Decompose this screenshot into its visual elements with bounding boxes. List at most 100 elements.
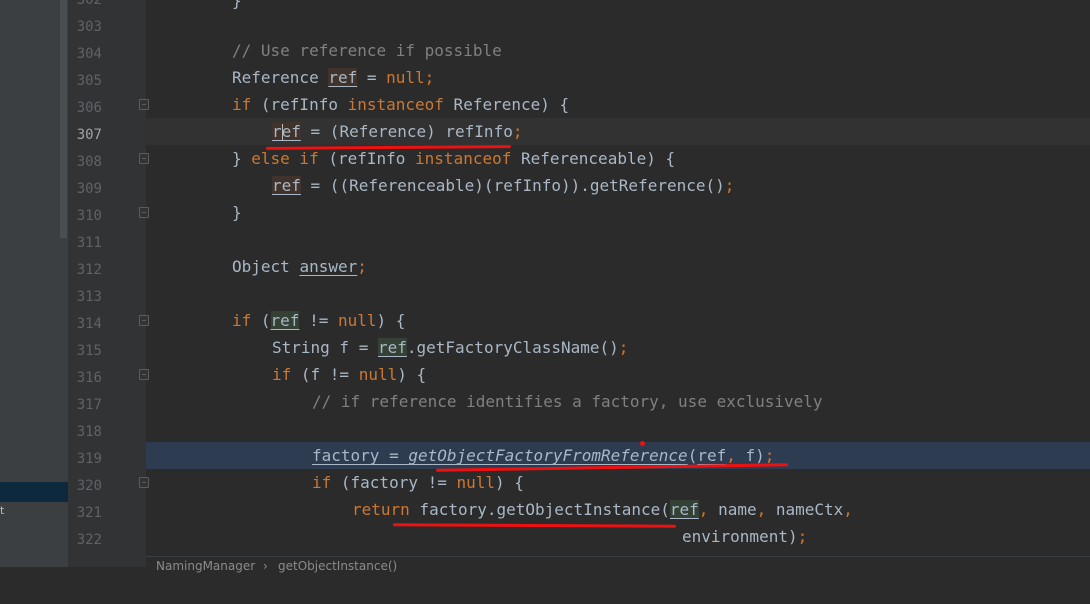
variable-answer[interactable]: answer: [299, 257, 357, 276]
code-line-315: String f = ref.getFactoryClassName();: [146, 334, 1090, 361]
sidebar-selected-item[interactable]: [0, 482, 68, 502]
code-text: Referenceable) {: [511, 149, 676, 168]
keyword-if: if: [312, 473, 332, 492]
code-text: Reference) {: [443, 95, 570, 114]
code-line-304: // Use reference if possible: [146, 37, 1090, 64]
variable-ref[interactable]: ref: [270, 311, 300, 330]
semicolon: ;: [797, 527, 808, 546]
line-number[interactable]: 311: [68, 230, 102, 257]
code-line-317: // if reference identifies a factory, us…: [146, 388, 1090, 415]
keyword-else-if: else if: [251, 149, 319, 168]
breadcrumb-class[interactable]: NamingManager: [156, 559, 255, 573]
code-text: (f !=: [291, 365, 359, 384]
variable-ref[interactable]: ref: [697, 446, 726, 465]
code-text: (refInfo: [251, 95, 348, 114]
variable-ref[interactable]: ref: [377, 338, 407, 357]
breadcrumb-method[interactable]: getObjectInstance(): [278, 559, 397, 573]
operator: =: [357, 68, 387, 87]
line-number[interactable]: 320: [68, 473, 102, 500]
line-number[interactable]: 304: [68, 41, 102, 68]
line-number[interactable]: 303: [68, 14, 102, 41]
code-line-320: if (factory != null) {: [146, 469, 1090, 496]
line-number[interactable]: 317: [68, 392, 102, 419]
line-number[interactable]: 322: [68, 527, 102, 554]
code-line-306: if (refInfo instanceof Reference) {: [146, 91, 1090, 118]
code-text: ): [755, 446, 765, 465]
text-caret: [282, 124, 283, 141]
line-number[interactable]: 315: [68, 338, 102, 365]
keyword-instanceof: instanceof: [347, 95, 444, 114]
comma: ,: [843, 500, 853, 519]
code-line-302: }: [146, 0, 1090, 14]
code-line-309: ref = ((Referenceable)(refInfo)).getRefe…: [146, 172, 1090, 199]
code-line-316: if (f != null) {: [146, 361, 1090, 388]
line-number[interactable]: 309: [68, 176, 102, 203]
code-text: factory.getObjectInstance(: [409, 500, 670, 519]
keyword-null: null: [337, 311, 377, 330]
variable-ref[interactable]: ref: [669, 500, 699, 519]
code-text: !=: [299, 311, 338, 330]
line-number[interactable]: 306: [68, 95, 102, 122]
line-number[interactable]: 310: [68, 203, 102, 230]
keyword-null: null: [358, 365, 398, 384]
sidebar-item-label[interactable]: t: [0, 504, 4, 517]
code-text: (factory !=: [331, 473, 457, 492]
semicolon: ;: [724, 176, 735, 195]
annotation-dot: [640, 441, 645, 446]
line-number[interactable]: 307: [68, 122, 102, 149]
code-line-312: Object answer;: [146, 253, 1090, 280]
keyword-if: if: [272, 365, 292, 384]
code-text: (refInfo: [318, 149, 416, 168]
code-text: (: [687, 446, 698, 465]
line-number[interactable]: 313: [68, 284, 102, 311]
variable-ref[interactable]: ref: [272, 176, 301, 195]
code-text: nameCtx: [775, 500, 844, 519]
code-line-307-current[interactable]: ref = (Reference) refInfo;: [146, 118, 1090, 145]
code-text: = (Reference) refInfo: [300, 122, 513, 141]
line-number[interactable]: 318: [68, 419, 102, 446]
line-number[interactable]: 314: [68, 311, 102, 338]
comma: ,: [698, 500, 719, 519]
comma: ,: [726, 446, 746, 465]
code-text: = ((Referenceable)(refInfo)).getReferenc…: [300, 176, 725, 195]
code-text: environment): [682, 527, 798, 546]
keyword-return: return: [352, 500, 410, 519]
variable-ref[interactable]: ref: [328, 68, 358, 87]
code-text: ) {: [376, 311, 406, 330]
keyword-if: if: [232, 95, 252, 114]
project-sidebar: t: [0, 0, 68, 567]
semicolon: ;: [512, 122, 523, 141]
line-number[interactable]: 316: [68, 365, 102, 392]
semicolon: ;: [424, 68, 435, 87]
semicolon: ;: [618, 338, 629, 357]
keyword-if: if: [232, 311, 252, 330]
line-number[interactable]: 319: [68, 446, 102, 473]
comment: // if reference identifies a factory, us…: [312, 392, 823, 411]
code-line-305: Reference ref = null;: [146, 64, 1090, 91]
line-number[interactable]: 312: [68, 257, 102, 284]
code-text: name: [718, 500, 757, 519]
code-line-314: if (ref != null) {: [146, 307, 1090, 334]
line-number[interactable]: 308: [68, 149, 102, 176]
code-text: ) {: [495, 473, 524, 492]
method-call[interactable]: getObjectFactoryFromReference: [408, 446, 687, 465]
semicolon: ;: [764, 446, 775, 465]
comment: // Use reference if possible: [232, 41, 502, 60]
code-text: ) {: [397, 365, 427, 384]
comma: ,: [756, 500, 776, 519]
code-text: factory =: [312, 446, 409, 465]
variable-ref[interactable]: ref: [272, 122, 301, 141]
keyword-instanceof: instanceof: [415, 149, 512, 168]
line-number[interactable]: 305: [68, 68, 102, 95]
code-line-321: return factory.getObjectInstance(ref, na…: [146, 496, 1090, 523]
code-text: (: [251, 311, 271, 330]
semicolon: ;: [357, 257, 367, 276]
line-number[interactable]: 321: [68, 500, 102, 527]
code-line-310: }: [146, 199, 1090, 226]
sidebar-scrollbar[interactable]: [60, 0, 67, 238]
line-number[interactable]: 302: [68, 0, 102, 14]
keyword-null: null: [456, 473, 496, 492]
code-text: }: [232, 203, 242, 222]
code-text: .getFactoryClassName(): [406, 338, 619, 357]
code-text: String f =: [272, 338, 378, 357]
